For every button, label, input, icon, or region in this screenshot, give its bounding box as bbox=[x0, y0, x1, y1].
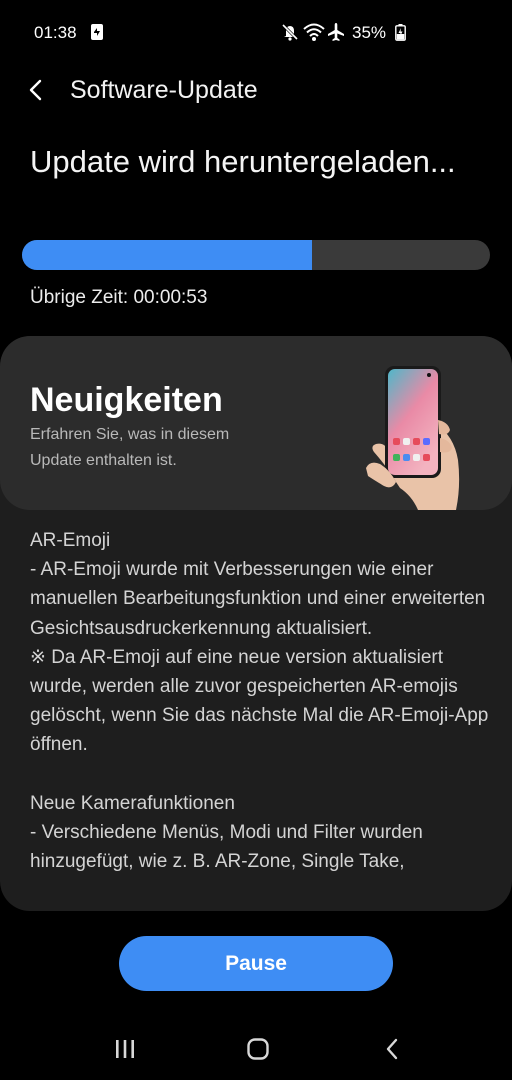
back-arrow-icon bbox=[29, 79, 42, 101]
download-heading: Update wird heruntergeladen... bbox=[30, 144, 456, 179]
mute-icon bbox=[281, 23, 299, 41]
home-icon bbox=[247, 1038, 269, 1060]
status-time: 01:38 bbox=[34, 23, 77, 42]
release-notes-line: - Verschiedene Menüs, Modi und Filter wu… bbox=[30, 822, 423, 873]
phone-in-hand-illustration bbox=[366, 364, 466, 510]
recent-apps-button[interactable] bbox=[105, 1034, 145, 1064]
release-notes-text: AR-Emoji - AR-Emoji wurde mit Verbesseru… bbox=[30, 526, 490, 876]
pause-button[interactable]: Pause bbox=[119, 936, 393, 991]
release-notes-line: ※ Da AR-Emoji auf eine neue version aktu… bbox=[30, 646, 489, 756]
news-description: Erfahren Sie, was in diesem Update entha… bbox=[30, 426, 230, 469]
remaining-time: Übrige Zeit: 00:00:53 bbox=[30, 287, 208, 308]
navigation-bar bbox=[0, 1020, 512, 1080]
app-bar: Software-Update bbox=[0, 66, 512, 114]
news-card: Neuigkeiten Erfahren Sie, was in diesem … bbox=[0, 336, 512, 510]
release-notes-line: AR-Emoji bbox=[30, 530, 111, 551]
sim-swap-icon bbox=[90, 23, 104, 41]
release-notes-line: Neue Kamerafunktionen bbox=[30, 792, 235, 814]
wifi-icon bbox=[303, 22, 325, 42]
download-progress-bar bbox=[22, 240, 490, 270]
news-title: Neuigkeiten bbox=[30, 381, 223, 419]
page-title: Software-Update bbox=[70, 76, 258, 104]
airplane-icon bbox=[327, 22, 345, 42]
back-icon bbox=[386, 1038, 398, 1060]
nav-back-button[interactable] bbox=[372, 1034, 412, 1064]
download-progress-fill bbox=[22, 240, 313, 270]
release-notes-panel[interactable]: Neuigkeiten Erfahren Sie, was in diesem … bbox=[0, 336, 512, 911]
release-notes-line: - AR-Emoji wurde mit Verbesserungen wie … bbox=[30, 559, 486, 639]
battery-percent: 35% bbox=[352, 23, 387, 42]
home-button[interactable] bbox=[238, 1034, 278, 1064]
release-notes-spacer bbox=[30, 760, 490, 789]
recent-apps-icon bbox=[116, 1040, 134, 1058]
back-button[interactable] bbox=[20, 74, 52, 106]
status-bar: 01:38 35% bbox=[0, 0, 512, 66]
battery-charging-icon bbox=[395, 24, 406, 41]
